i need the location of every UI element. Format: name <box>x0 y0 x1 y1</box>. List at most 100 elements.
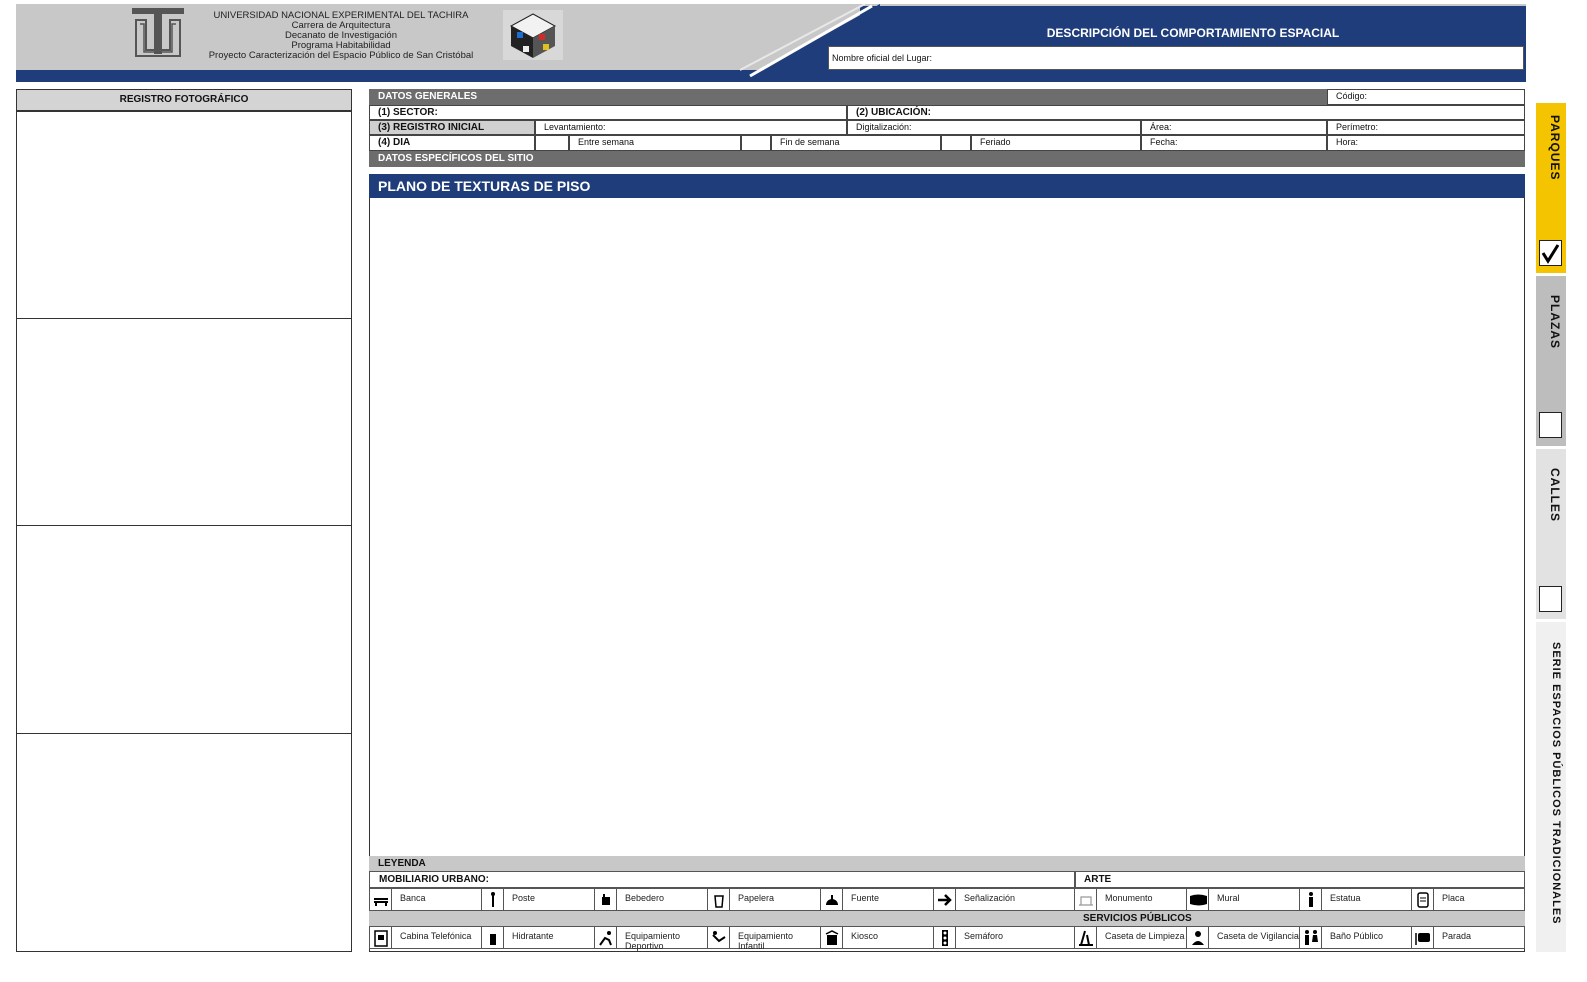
date-field[interactable]: Fecha: <box>1141 135 1327 151</box>
area-field[interactable]: Área: <box>1141 120 1327 135</box>
art-heading: ARTE <box>1075 871 1525 888</box>
legend-item: Estatua <box>1300 888 1412 911</box>
legend-item-label: Equipamiento Infantil <box>738 931 794 951</box>
legend-item-label: Estatua <box>1330 893 1361 903</box>
legend-item-label: Caseta de Vigilancia <box>1217 931 1299 941</box>
series-label: SERIE ESPACIOS PÚBLICOS TRADICIONALES <box>1550 642 1562 925</box>
restroom-icon <box>1300 927 1322 948</box>
sector-field[interactable]: (1) SECTOR: <box>369 105 847 120</box>
code-field[interactable]: Código: <box>1327 89 1525 105</box>
check-icon <box>1541 244 1560 264</box>
legend-item: Bebedero <box>595 888 708 911</box>
legend-item: Caseta de Limpieza <box>1075 926 1187 949</box>
hydrant-icon <box>482 927 504 948</box>
university-logo <box>132 8 184 57</box>
holiday-checkbox[interactable] <box>941 135 971 151</box>
kiosk-icon <box>821 927 843 948</box>
photo-register-heading: REGISTRO FOTOGRÁFICO <box>16 89 352 111</box>
digitization-label: Digitalización: <box>856 122 912 132</box>
monument-icon <box>1075 889 1097 910</box>
floor-texture-plan-area[interactable] <box>369 174 1525 952</box>
fountain-icon <box>821 889 843 910</box>
statue-icon <box>1300 889 1322 910</box>
header-title-panel <box>860 6 1526 82</box>
tab-parques-label: PARQUES <box>1548 115 1562 181</box>
legend-item-label: Mural <box>1217 893 1240 903</box>
place-name-label: Nombre oficial del Lugar: <box>832 53 933 63</box>
legend-item-label: Papelera <box>738 893 775 903</box>
survey-label: Levantamiento: <box>544 122 606 132</box>
area-label: Área: <box>1150 122 1172 132</box>
location-label: (2) UBICACIÓN: <box>856 107 931 118</box>
arrow-right-icon <box>934 889 956 910</box>
parques-checkbox[interactable] <box>1539 240 1562 266</box>
legend-item: Placa <box>1412 888 1525 911</box>
weekend-checkbox[interactable] <box>741 135 771 151</box>
legend-item: Hidratante <box>482 926 595 949</box>
traffic-light-icon <box>934 927 956 948</box>
calles-checkbox[interactable] <box>1539 586 1562 612</box>
legend-item: Banca <box>369 888 482 911</box>
legend-item-label: Equipamiento Deportivo <box>625 931 681 951</box>
legend-item: Monumento <box>1075 888 1187 911</box>
legend-item: Señalización <box>934 888 1075 911</box>
photo-slot-1[interactable] <box>16 111 352 319</box>
weekend-label: Fin de semana <box>771 135 941 151</box>
place-name-field[interactable]: Nombre oficial del Lugar: <box>828 46 1524 70</box>
survey-field[interactable]: Levantamiento: <box>535 120 847 135</box>
weekday-checkbox[interactable] <box>535 135 569 151</box>
legend-item: Equipamiento Infantil <box>708 926 821 951</box>
general-data-bar: DATOS GENERALES <box>369 89 1327 105</box>
guard-icon <box>1187 927 1209 948</box>
playground-icon <box>708 927 730 948</box>
phone-booth-icon <box>370 927 392 948</box>
legend-item-label: Kiosco <box>851 931 879 941</box>
urban-furniture-heading: MOBILIARIO URBANO: <box>369 871 1075 888</box>
digitization-field[interactable]: Digitalización: <box>847 120 1141 135</box>
legend-item: Baño Público <box>1300 926 1412 949</box>
time-label: Hora: <box>1336 137 1359 147</box>
mural-icon <box>1187 889 1209 910</box>
form-title: DESCRIPCIÓN DEL COMPORTAMIENTO ESPACIAL <box>1046 26 1340 40</box>
bench-icon <box>370 889 392 910</box>
floor-texture-plan-title: PLANO DE TEXTURAS DE PISO <box>369 174 1525 198</box>
plazas-checkbox[interactable] <box>1539 412 1562 438</box>
initial-register-label: (3) REGISTRO INICIAL <box>369 120 535 135</box>
legend-item-label: Semáforo <box>964 931 1004 941</box>
legend-item-label: Bebedero <box>625 893 665 903</box>
legend-item-label: Baño Público <box>1330 931 1384 941</box>
university-info: UNIVERSIDAD NACIONAL EXPERIMENTAL DEL TA… <box>195 11 487 61</box>
cleaning-icon <box>1075 927 1097 948</box>
legend-item-label: Fuente <box>851 893 880 903</box>
date-label: Fecha: <box>1150 137 1178 147</box>
legend-item-label: Parada <box>1442 931 1472 941</box>
photo-slot-2[interactable] <box>16 318 352 526</box>
legend-item: Parada <box>1412 926 1525 949</box>
trash-can-icon <box>708 889 730 910</box>
tab-calles-label: CALLES <box>1548 468 1562 522</box>
pole-icon <box>482 889 504 910</box>
legend-item-label: Monumento <box>1105 893 1153 903</box>
header-diagonal <box>740 4 880 82</box>
location-field[interactable]: (2) UBICACIÓN: <box>847 105 1525 120</box>
legend-title: LEYENDA <box>369 856 1525 871</box>
legend-item-label: Hidratante <box>512 931 554 941</box>
day-label: (4) DIA <box>369 135 535 151</box>
legend-item: Kiosco <box>821 926 934 949</box>
legend-item: Mural <box>1187 888 1300 911</box>
sports-icon <box>595 927 617 948</box>
legend-row-2: Cabina Telefónica Hidratante Equipamiento … <box>369 926 1525 951</box>
legend-item-label: Cabina Telefónica <box>400 931 472 941</box>
perimeter-field[interactable]: Perímetro: <box>1327 120 1525 135</box>
legend-item: Semáforo <box>934 926 1075 949</box>
legend-item: Poste <box>482 888 595 911</box>
photo-slot-4[interactable] <box>16 733 352 952</box>
photo-slot-3[interactable] <box>16 525 352 733</box>
fountain-drink-icon <box>595 889 617 910</box>
legend-item: Caseta de Vigilancia <box>1187 926 1300 949</box>
weekday-label: Entre semana <box>569 135 741 151</box>
time-field[interactable]: Hora: <box>1327 135 1525 151</box>
bus-stop-icon <box>1412 927 1434 948</box>
legend-item: Papelera <box>708 888 821 911</box>
legend-item-label: Caseta de Limpieza <box>1105 931 1185 941</box>
